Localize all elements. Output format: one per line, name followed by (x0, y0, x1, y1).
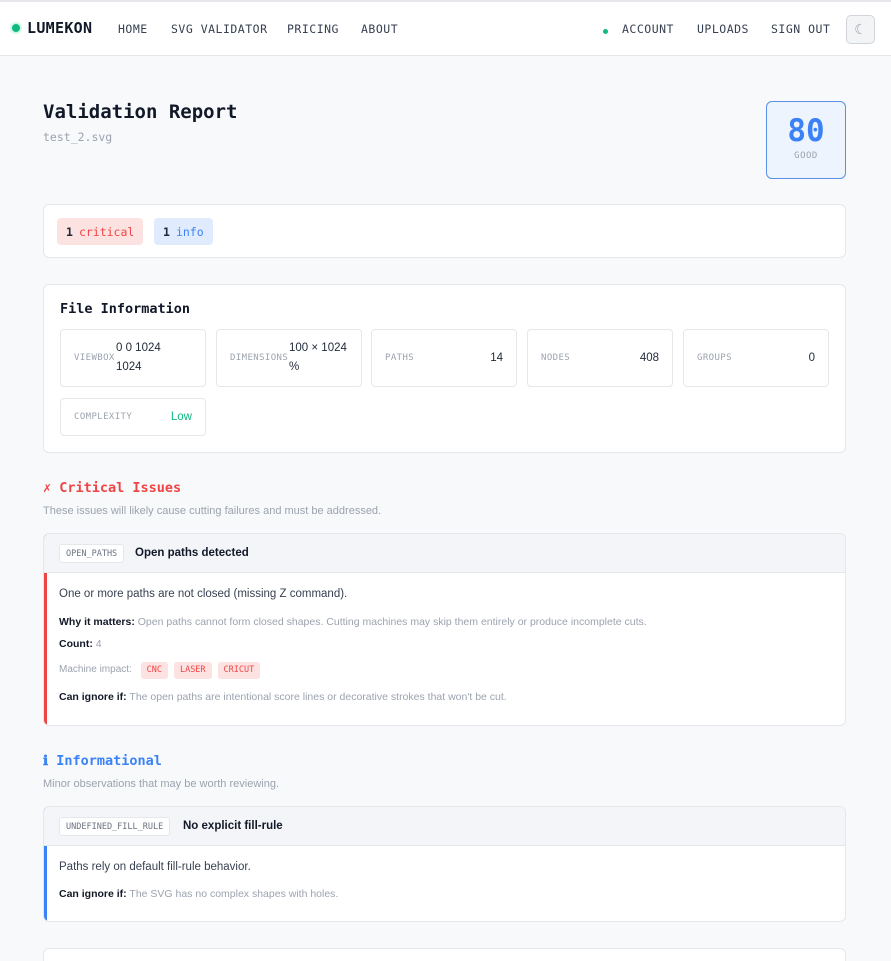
info-count-badge[interactable]: 1 info (154, 218, 213, 245)
stat-label: GROUPS (697, 353, 732, 363)
issue-title: No explicit fill-rule (183, 820, 283, 832)
stat-label: DIMENSIONS (230, 353, 289, 363)
theme-toggle-button[interactable]: ☾ (846, 15, 875, 44)
stat-viewbox: VIEWBOX 0 0 1024 1024 (60, 329, 206, 387)
nav-pricing[interactable]: PRICING (287, 22, 339, 36)
count-label: Count: (59, 638, 93, 650)
top-nav: LUMEKON HOME SVG VALIDATOR PRICING ABOUT… (0, 0, 891, 56)
critical-label: critical (78, 224, 135, 239)
nav-sign-out[interactable]: SIGN OUT (771, 22, 830, 36)
stat-label: PATHS (385, 353, 415, 363)
critical-count-badge[interactable]: 1 critical (57, 218, 144, 245)
stat-value: 0 0 1024 1024 (116, 342, 161, 373)
why-label: Why it matters: (59, 616, 135, 628)
machine-impact: Machine impact: CNC LASER CRICUT (59, 662, 261, 679)
stat-value: Low (170, 411, 192, 423)
info-subheading: Minor observations that may be worth rev… (43, 778, 279, 790)
count-value: 4 (95, 638, 102, 650)
critical-count: 1 (66, 224, 73, 239)
score-badge: 80 GOOD (766, 101, 846, 179)
info-label: info (175, 224, 204, 239)
machine-tag-cnc: CNC (140, 662, 168, 679)
critical-heading: ✗ Critical Issues (43, 480, 182, 496)
score-label: GOOD (794, 151, 818, 161)
nav-home[interactable]: HOME (118, 22, 148, 36)
issue-code: UNDEFINED_FILL_RULE (59, 817, 171, 836)
ignore-text: The open paths are intentional score lin… (129, 691, 507, 703)
moon-icon: ☾ (854, 21, 867, 37)
info-heading: ℹ Informational (43, 753, 162, 769)
score-value: 80 (787, 113, 825, 149)
issue-header: OPEN_PATHS Open paths detected (44, 534, 845, 573)
stat-dimensions: DIMENSIONS 100 × 1024 % (216, 329, 362, 387)
brand-logo[interactable]: LUMEKON (12, 19, 92, 37)
stat-label: VIEWBOX (74, 353, 115, 363)
ignore-label: Can ignore if: (59, 691, 127, 703)
nav-svg-validator[interactable]: SVG VALIDATOR (171, 22, 268, 36)
ignore-label: Can ignore if: (59, 888, 127, 900)
why-text: Open paths cannot form closed shapes. Cu… (137, 616, 647, 628)
stat-value: 14 (490, 352, 503, 364)
file-info-card: File Information VIEWBOX 0 0 1024 1024 D… (43, 284, 846, 453)
issue-code: OPEN_PATHS (59, 544, 125, 563)
stat-nodes: NODES 408 (527, 329, 673, 387)
issue-count: Count: 4 (59, 638, 102, 650)
issue-description: One or more paths are not closed (missin… (59, 588, 348, 600)
nav-about[interactable]: ABOUT (361, 22, 398, 36)
file-name: test_2.svg (43, 130, 113, 144)
brand-name: LUMEKON (27, 19, 93, 37)
can-ignore: Can ignore if: The open paths are intent… (59, 691, 507, 703)
ignore-text: The SVG has no complex shapes with holes… (129, 888, 339, 900)
issue-title: Open paths detected (135, 547, 249, 559)
brand-dot-icon (12, 24, 20, 32)
nav-uploads[interactable]: UPLOADS (697, 22, 749, 36)
stat-label: COMPLEXITY (74, 412, 133, 422)
stat-value: 100 × 1024 % (289, 342, 347, 373)
impact-label: Machine impact: (59, 664, 132, 675)
issue-description: Paths rely on default fill-rule behavior… (59, 861, 251, 873)
why-it-matters: Why it matters: Open paths cannot form c… (59, 616, 647, 628)
page-title: Validation Report (43, 101, 238, 123)
issue-header: UNDEFINED_FILL_RULE No explicit fill-rul… (44, 807, 845, 846)
file-info-heading: File Information (60, 301, 191, 317)
machine-tag-cricut: CRICUT (217, 662, 261, 679)
stat-groups: GROUPS 0 (683, 329, 829, 387)
summary-card: 1 critical 1 info (43, 204, 846, 258)
info-count: 1 (163, 224, 170, 239)
nav-account[interactable]: ACCOUNT (622, 22, 674, 36)
critical-subheading: These issues will likely cause cutting f… (43, 505, 382, 517)
account-status-icon (603, 29, 608, 34)
issue-card-open-paths: OPEN_PATHS Open paths detected One or mo… (43, 533, 846, 726)
stat-label: NODES (541, 353, 571, 363)
can-ignore: Can ignore if: The SVG has no complex sh… (59, 888, 338, 900)
issue-card-fill-rule: UNDEFINED_FILL_RULE No explicit fill-rul… (43, 806, 846, 922)
stat-complexity: COMPLEXITY Low (60, 398, 206, 436)
stat-paths: PATHS 14 (371, 329, 517, 387)
next-section-card (43, 948, 846, 961)
stat-value: 408 (639, 352, 659, 364)
stat-value: 0 (808, 352, 815, 364)
machine-tag-laser: LASER (173, 662, 212, 679)
